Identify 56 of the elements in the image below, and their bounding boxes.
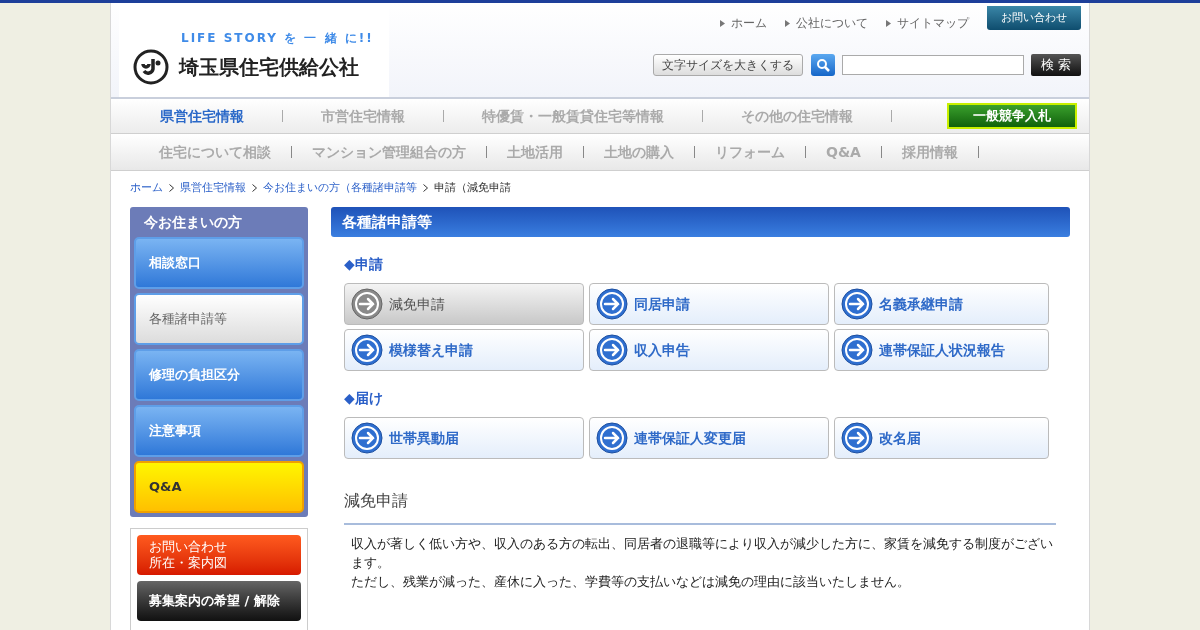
- bid-button[interactable]: 一般競争入札: [947, 103, 1077, 129]
- arrow-circle-icon: [841, 288, 873, 320]
- breadcrumb-current: 申請（減免申請: [434, 179, 511, 196]
- search-button[interactable]: 検 索: [1031, 54, 1081, 76]
- application-button[interactable]: 減免申請: [344, 283, 584, 325]
- arrow-circle-icon: [596, 422, 628, 454]
- sidebar-item[interactable]: Q&A: [134, 461, 304, 513]
- body-text: 収入が著しく低い方や、収入のある方の転出、同居者の退職等により収入が減少した方に、家賃を減免する制度がございます。: [351, 535, 1054, 572]
- arrow-circle-icon: [351, 288, 383, 320]
- application-button[interactable]: 模様替え申請: [344, 329, 584, 371]
- application-button[interactable]: 連帯保証人変更届: [589, 417, 829, 459]
- top-link[interactable]: ホーム: [720, 14, 767, 32]
- sidebar-title: 今お住まいの方: [143, 212, 243, 232]
- chevron-icon: [423, 184, 428, 192]
- nav-tab[interactable]: 県営住宅情報: [141, 105, 263, 127]
- logo-icon: [133, 49, 169, 85]
- triangle-icon: [785, 19, 790, 27]
- group-heading: ◆申請: [344, 255, 384, 274]
- application-button[interactable]: 名義承継申請: [834, 283, 1049, 325]
- contact-button[interactable]: お問い合わせ: [987, 6, 1081, 30]
- arrow-circle-icon: [596, 334, 628, 366]
- breadcrumb-link[interactable]: 県営住宅情報: [180, 179, 246, 197]
- application-button[interactable]: 改名届: [834, 417, 1049, 459]
- site-name: 埼玉県住宅供給公社: [179, 54, 359, 81]
- search-icon: [816, 58, 830, 72]
- sidebar-item[interactable]: 相談窓口: [134, 237, 304, 289]
- top-link[interactable]: 公社について: [785, 14, 868, 32]
- breadcrumb-link[interactable]: 今お住まいの方（各種諸申請等: [263, 179, 417, 197]
- sidebar-item[interactable]: 注意事項: [134, 405, 304, 457]
- font-size-button[interactable]: 文字サイズを大きくする: [653, 54, 803, 76]
- tagline: LIFE STORY を 一 緒 に!!: [181, 30, 375, 47]
- application-button[interactable]: 世帯異動届: [344, 417, 584, 459]
- application-button[interactable]: 収入申告: [589, 329, 829, 371]
- arrow-circle-icon: [351, 334, 383, 366]
- section-title: 減免申請: [344, 489, 1056, 525]
- application-button[interactable]: 同居申請: [589, 283, 829, 325]
- triangle-icon: [886, 19, 891, 27]
- breadcrumb-link[interactable]: ホーム: [130, 179, 163, 197]
- arrow-circle-icon: [841, 334, 873, 366]
- search-field[interactable]: [842, 55, 1024, 75]
- group-heading: ◆届け: [344, 389, 384, 408]
- sidebar-button[interactable]: お問い合わせ 所在・案内図: [137, 535, 301, 575]
- application-button[interactable]: 連帯保証人状況報告: [834, 329, 1049, 371]
- page-title: 各種諸申請等: [331, 207, 1070, 237]
- arrow-circle-icon: [351, 422, 383, 454]
- sidebar-button[interactable]: 募集案内の希望 / 解除: [137, 581, 301, 621]
- chevron-icon: [169, 184, 174, 192]
- arrow-circle-icon: [841, 422, 873, 454]
- body-text: ただし、残業が減った、産休に入った、学費等の支払いなどは減免の理由に該当いたしません。: [351, 573, 911, 591]
- triangle-icon: [720, 19, 725, 27]
- sidebar-item[interactable]: 修理の負担区分: [134, 349, 304, 401]
- top-link[interactable]: サイトマップ: [886, 14, 969, 32]
- search-icon-button[interactable]: [811, 54, 835, 76]
- chevron-icon: [252, 184, 257, 192]
- sidebar-item[interactable]: 各種諸申請等: [134, 293, 304, 345]
- arrow-circle-icon: [596, 288, 628, 320]
